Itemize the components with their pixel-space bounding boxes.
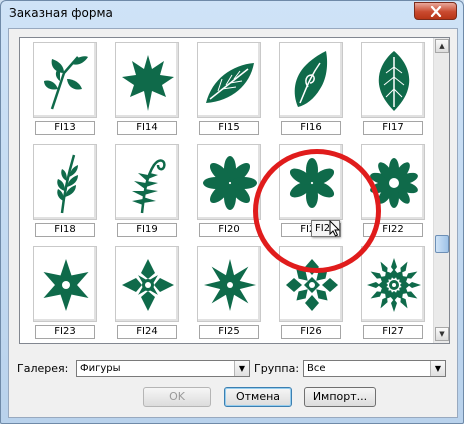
fern-stalk-icon — [57, 154, 78, 214]
close-button[interactable] — [414, 2, 457, 20]
window-title: Заказная форма — [9, 6, 113, 20]
eight-point-star-icon — [204, 259, 256, 311]
curled-leaf-icon — [294, 51, 328, 107]
tile-label: FI23 — [35, 325, 95, 339]
tile-label: FI19 — [117, 223, 177, 237]
shape-tile-fi24[interactable]: FI24 — [115, 246, 179, 343]
tile-label: FI15 — [199, 121, 259, 135]
group-label: Группа: — [254, 362, 300, 375]
group-select-value: Все — [307, 363, 326, 374]
scroll-down-button[interactable]: ▼ — [435, 327, 449, 341]
chevron-down-icon: ▼ — [430, 361, 445, 376]
ornament-star-icon — [43, 259, 89, 311]
shape-tile-fi17[interactable]: FI17 — [361, 42, 425, 140]
shape-tile-fi23[interactable]: FI23 — [33, 246, 97, 343]
shape-tile-fi20[interactable]: FI20 — [197, 144, 261, 242]
ok-button[interactable]: OK — [143, 387, 211, 407]
shape-tile-fi14[interactable]: FI14 — [115, 42, 179, 140]
gallery-select[interactable]: Фигуры ▼ — [76, 360, 250, 377]
maple-leaf-icon — [122, 55, 174, 111]
shape-tile-fi19[interactable]: FI19 — [115, 144, 179, 242]
chevron-down-icon: ▼ — [234, 361, 249, 376]
gallery-label: Галерея: — [17, 362, 69, 375]
tile-label: FI24 — [117, 325, 177, 339]
shape-tile-fi16[interactable]: FI16 — [279, 42, 343, 140]
title-bar[interactable]: Заказная форма — [1, 1, 463, 27]
arrow-up-icon: ▲ — [439, 42, 445, 50]
dialog-window: Заказная форма FI13 FI14 FI15 FI16 FI17 … — [0, 0, 464, 424]
group-select[interactable]: Все ▼ — [303, 360, 446, 377]
tile-label: FI18 — [35, 223, 95, 237]
mouse-cursor-icon — [329, 220, 341, 237]
shape-gallery: FI13 FI14 FI15 FI16 FI17 FI18 FI19 FI20 … — [19, 37, 450, 344]
arrow-down-icon: ▼ — [439, 330, 445, 338]
import-button[interactable]: Импорт... — [304, 387, 376, 407]
shape-tile-fi13[interactable]: FI13 — [33, 42, 97, 140]
scroll-up-button[interactable]: ▲ — [435, 39, 449, 53]
dialog-body: FI13 FI14 FI15 FI16 FI17 FI18 FI19 FI20 … — [8, 28, 458, 418]
cancel-button[interactable]: Отмена — [224, 387, 292, 407]
tile-label: FI16 — [281, 121, 341, 135]
shape-tile-fi25[interactable]: FI25 — [197, 246, 261, 343]
scroll-thumb[interactable] — [435, 235, 449, 253]
tile-label: FI26 — [281, 325, 341, 339]
snowflake-burst-icon — [367, 258, 421, 312]
shape-tile-fi18[interactable]: FI18 — [33, 144, 97, 242]
close-x-icon — [430, 5, 441, 17]
elm-leaf-icon — [378, 51, 410, 111]
eight-petal-flower-icon — [203, 156, 257, 210]
tile-label: FI27 — [363, 325, 423, 339]
highlight-annotation-circle — [253, 149, 381, 273]
tilted-leaf-icon — [206, 63, 254, 103]
vertical-scrollbar[interactable]: ▲ ▼ — [433, 38, 449, 343]
tile-label: FI25 — [199, 325, 259, 339]
tile-label: FI20 — [199, 223, 259, 237]
diamond-star-icon — [122, 259, 174, 311]
tile-label: FI14 — [117, 121, 177, 135]
shape-tile-fi27[interactable]: FI27 — [361, 246, 425, 343]
tile-label: FI13 — [35, 121, 95, 135]
shape-tile-fi15[interactable]: FI15 — [197, 42, 261, 140]
tile-label: FI17 — [363, 121, 423, 135]
leafy-sprig-icon — [44, 56, 88, 110]
gallery-select-value: Фигуры — [80, 363, 121, 374]
fiddlehead-fern-icon — [132, 159, 166, 214]
